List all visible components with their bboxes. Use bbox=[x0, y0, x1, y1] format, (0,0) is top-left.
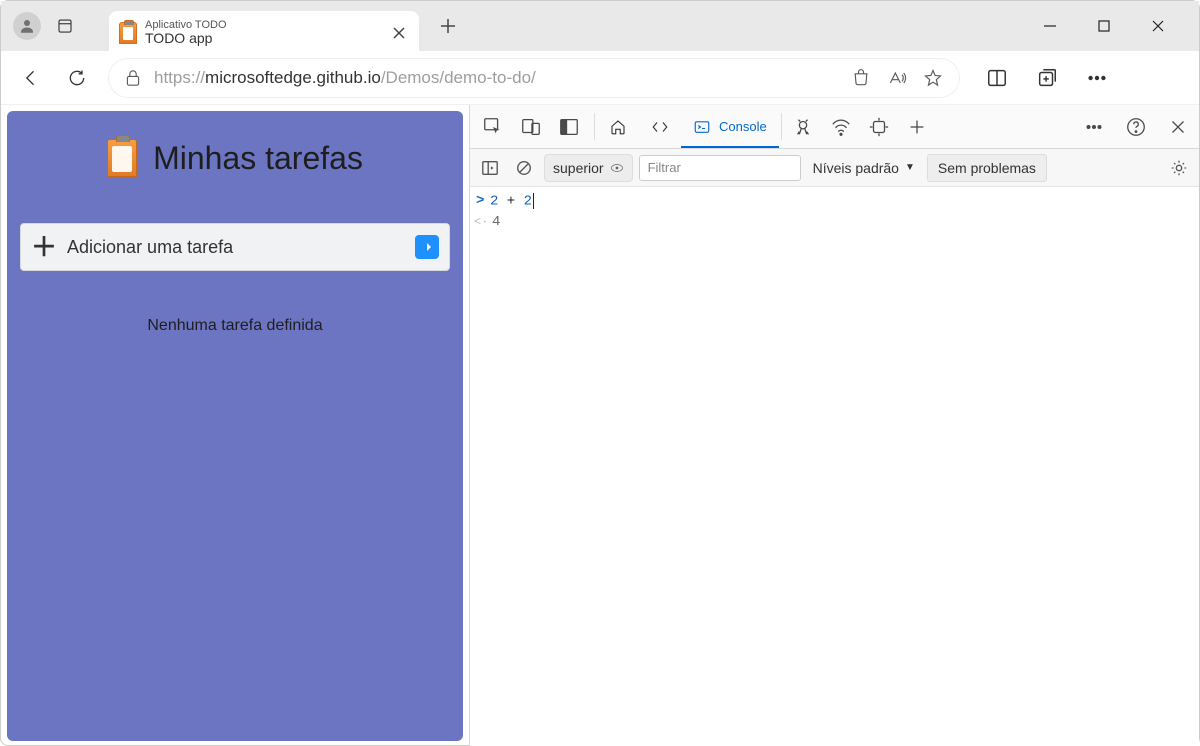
read-aloud-icon[interactable] bbox=[886, 67, 908, 89]
more-tabs-button[interactable] bbox=[898, 105, 936, 148]
code-token: 2 bbox=[524, 194, 532, 210]
browser-toolbar: https://microsoftedge.github.io/Demos/de… bbox=[1, 51, 1199, 105]
window-minimize-button[interactable] bbox=[1037, 13, 1063, 39]
text-cursor bbox=[533, 193, 534, 209]
empty-state-text: Nenhuma tarefa definida bbox=[147, 317, 322, 335]
issues-label: Sem problemas bbox=[938, 160, 1036, 176]
tab-close-button[interactable] bbox=[387, 21, 411, 45]
context-selector[interactable]: superior bbox=[544, 154, 633, 182]
add-task-placeholder: Adicionar uma tarefa bbox=[67, 237, 405, 258]
clipboard-icon bbox=[107, 139, 137, 177]
todo-app: Minhas tarefas ＋ Adicionar uma tarefa Ne… bbox=[7, 111, 463, 741]
console-output[interactable]: > 2 + 2 <· 4 bbox=[470, 187, 1199, 746]
window-maximize-button[interactable] bbox=[1091, 13, 1117, 39]
new-tab-button[interactable] bbox=[431, 9, 465, 43]
devtools-close-button[interactable] bbox=[1157, 105, 1199, 148]
tab-console-label: Console bbox=[719, 119, 767, 134]
content-area: Minhas tarefas ＋ Adicionar uma tarefa Ne… bbox=[1, 105, 1199, 746]
tab-title: TODO app bbox=[145, 31, 387, 46]
browser-titlebar: Aplicativo TODO TODO app bbox=[1, 1, 1199, 51]
issues-button[interactable]: Sem problemas bbox=[927, 154, 1047, 182]
console-input-row[interactable]: > 2 + 2 bbox=[470, 191, 1199, 212]
tab-welcome[interactable] bbox=[597, 105, 639, 148]
profile-avatar[interactable] bbox=[13, 12, 41, 40]
devtools-help-button[interactable] bbox=[1115, 105, 1157, 148]
clear-console-button[interactable] bbox=[510, 154, 538, 182]
window-close-button[interactable] bbox=[1145, 13, 1171, 39]
tab-elements[interactable] bbox=[639, 105, 681, 148]
tab-actions-button[interactable] bbox=[51, 12, 79, 40]
tab-network[interactable] bbox=[822, 105, 860, 148]
context-label: superior bbox=[553, 160, 604, 176]
submit-task-button[interactable] bbox=[415, 235, 439, 259]
plus-icon: ＋ bbox=[31, 234, 57, 260]
page-title: Minhas tarefas bbox=[153, 140, 363, 177]
add-task-input[interactable]: ＋ Adicionar uma tarefa bbox=[20, 223, 450, 271]
split-screen-button[interactable] bbox=[977, 58, 1017, 98]
filter-input[interactable] bbox=[639, 155, 801, 181]
toggle-sidebar-button[interactable] bbox=[476, 154, 504, 182]
device-toggle-button[interactable] bbox=[512, 105, 550, 148]
dock-side-button[interactable] bbox=[550, 105, 588, 148]
tab-title-group: Aplicativo TODO TODO app bbox=[145, 20, 387, 46]
code-token: + bbox=[498, 194, 523, 210]
clipboard-icon bbox=[119, 22, 137, 44]
address-bar[interactable]: https://microsoftedge.github.io/Demos/de… bbox=[109, 59, 959, 97]
tab-sources-overflow[interactable] bbox=[784, 105, 822, 148]
browser-tab[interactable]: Aplicativo TODO TODO app bbox=[109, 11, 419, 51]
refresh-button[interactable] bbox=[57, 58, 97, 98]
console-output-row: <· 4 bbox=[470, 212, 1199, 232]
back-button[interactable] bbox=[11, 58, 51, 98]
devtools-pane: Console superior Nívei bbox=[469, 105, 1199, 746]
eye-icon bbox=[610, 161, 624, 175]
shopping-icon[interactable] bbox=[850, 67, 872, 89]
url-text: https://microsoftedge.github.io/Demos/de… bbox=[154, 68, 536, 88]
tab-performance[interactable] bbox=[860, 105, 898, 148]
log-levels-dropdown[interactable]: Níveis padrão ▼ bbox=[807, 160, 921, 176]
devtools-tabstrip: Console bbox=[470, 105, 1199, 149]
lock-icon bbox=[122, 67, 144, 89]
log-levels-label: Níveis padrão bbox=[813, 160, 899, 176]
output-value: 4 bbox=[492, 214, 500, 230]
output-arrow-icon: <· bbox=[474, 215, 488, 229]
collections-button[interactable] bbox=[1027, 58, 1067, 98]
console-toolbar: superior Níveis padrão ▼ Sem problemas bbox=[470, 149, 1199, 187]
inspect-element-button[interactable] bbox=[474, 105, 512, 148]
prompt-icon: > bbox=[476, 193, 490, 209]
more-menu-button[interactable] bbox=[1077, 58, 1117, 98]
page-pane: Minhas tarefas ＋ Adicionar uma tarefa Ne… bbox=[1, 105, 469, 746]
filter-input-wrap bbox=[639, 155, 801, 181]
tab-console[interactable]: Console bbox=[681, 105, 779, 148]
devtools-more-button[interactable] bbox=[1073, 105, 1115, 148]
chevron-down-icon: ▼ bbox=[905, 162, 915, 173]
console-settings-button[interactable] bbox=[1165, 154, 1193, 182]
favorite-star-icon[interactable] bbox=[922, 67, 944, 89]
